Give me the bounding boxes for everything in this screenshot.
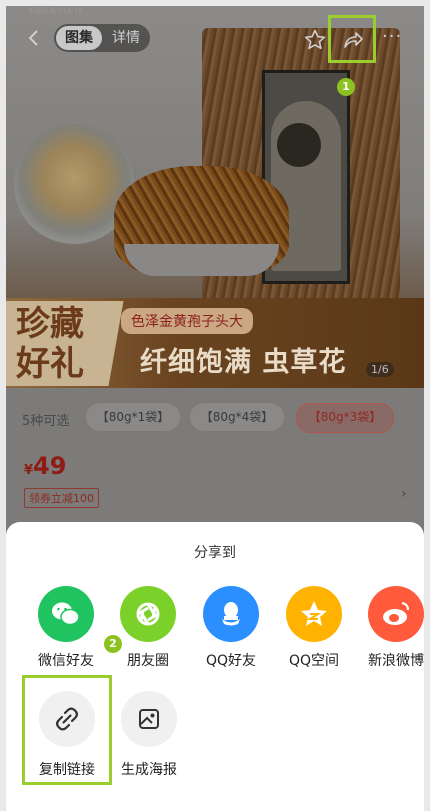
plate-image — [124, 244, 279, 276]
qzone-icon — [286, 586, 342, 642]
share-qzone[interactable]: QQ空间 — [282, 586, 346, 670]
share-moments[interactable]: 朋友圈 — [116, 586, 180, 670]
tab-detail[interactable]: 详情 — [104, 26, 148, 50]
banner-subtitle: 色泽金黄孢子头大 — [121, 308, 253, 334]
copy-link-button[interactable]: 复制链接 — [32, 691, 102, 779]
back-icon[interactable] — [24, 28, 44, 48]
banner-main-text: 纤细饱满 虫草花 — [140, 347, 347, 378]
view-toggle: 图集 详情 — [54, 24, 150, 52]
image-page-indicator: 1/6 — [366, 362, 394, 377]
banner-title: 珍藏 好礼 — [16, 304, 84, 384]
sku-chip-1[interactable]: 【80g*1袋】 — [86, 403, 180, 431]
favorite-star-icon[interactable] — [303, 28, 327, 52]
share-weibo-label: 新浪微博 — [368, 653, 424, 669]
banner-title-line2: 好礼 — [16, 344, 84, 384]
share-moments-label: 朋友圈 — [127, 653, 169, 669]
sku-chip-2[interactable]: 【80g*4袋】 — [190, 403, 284, 431]
share-qq[interactable]: QQ好友 — [199, 586, 263, 670]
generate-poster-label: 生成海报 — [121, 762, 177, 778]
more-menu-icon[interactable]: ··· — [382, 26, 402, 47]
wechat-icon — [38, 586, 94, 642]
top-small-text: 中国区域 218·10 — [28, 7, 83, 15]
sku-chip-3-selected[interactable]: 【80g*3袋】 — [296, 403, 394, 433]
chevron-right-icon[interactable]: › — [401, 486, 407, 502]
coupon-badge[interactable]: 领券立减100 — [24, 488, 99, 508]
tab-gallery[interactable]: 图集 — [56, 26, 102, 50]
share-weibo[interactable]: 新浪微博 — [364, 586, 424, 670]
share-qzone-label: QQ空间 — [288, 653, 340, 669]
share-sheet-title: 分享到 — [194, 545, 236, 561]
banner-title-line1: 珍藏 — [16, 304, 84, 344]
share-qq-label: QQ好友 — [205, 653, 257, 669]
annotation-badge-2: 2 — [104, 635, 122, 653]
generate-poster-button[interactable]: 生成海报 — [114, 691, 184, 779]
qq-icon — [203, 586, 259, 642]
share-wechat-label: 微信好友 — [38, 653, 94, 669]
moments-icon — [120, 586, 176, 642]
option-count-label: 5种可选 — [22, 414, 70, 429]
copy-link-label: 复制链接 — [39, 762, 95, 778]
weibo-icon — [368, 586, 424, 642]
annotation-badge-1: 1 — [337, 78, 355, 96]
currency-symbol: ¥ — [24, 463, 34, 478]
price: ¥49 — [24, 452, 66, 480]
share-wechat[interactable]: 微信好友 — [34, 586, 98, 670]
screen: 中国区域 218·10 珍藏 好礼 色泽金黄孢子头大 纤细饱满 虫草花 1/6 … — [6, 6, 424, 811]
poster-icon — [121, 691, 177, 747]
share-arrow-icon[interactable] — [341, 28, 365, 52]
price-amount: 49 — [33, 452, 67, 480]
link-icon — [39, 691, 95, 747]
